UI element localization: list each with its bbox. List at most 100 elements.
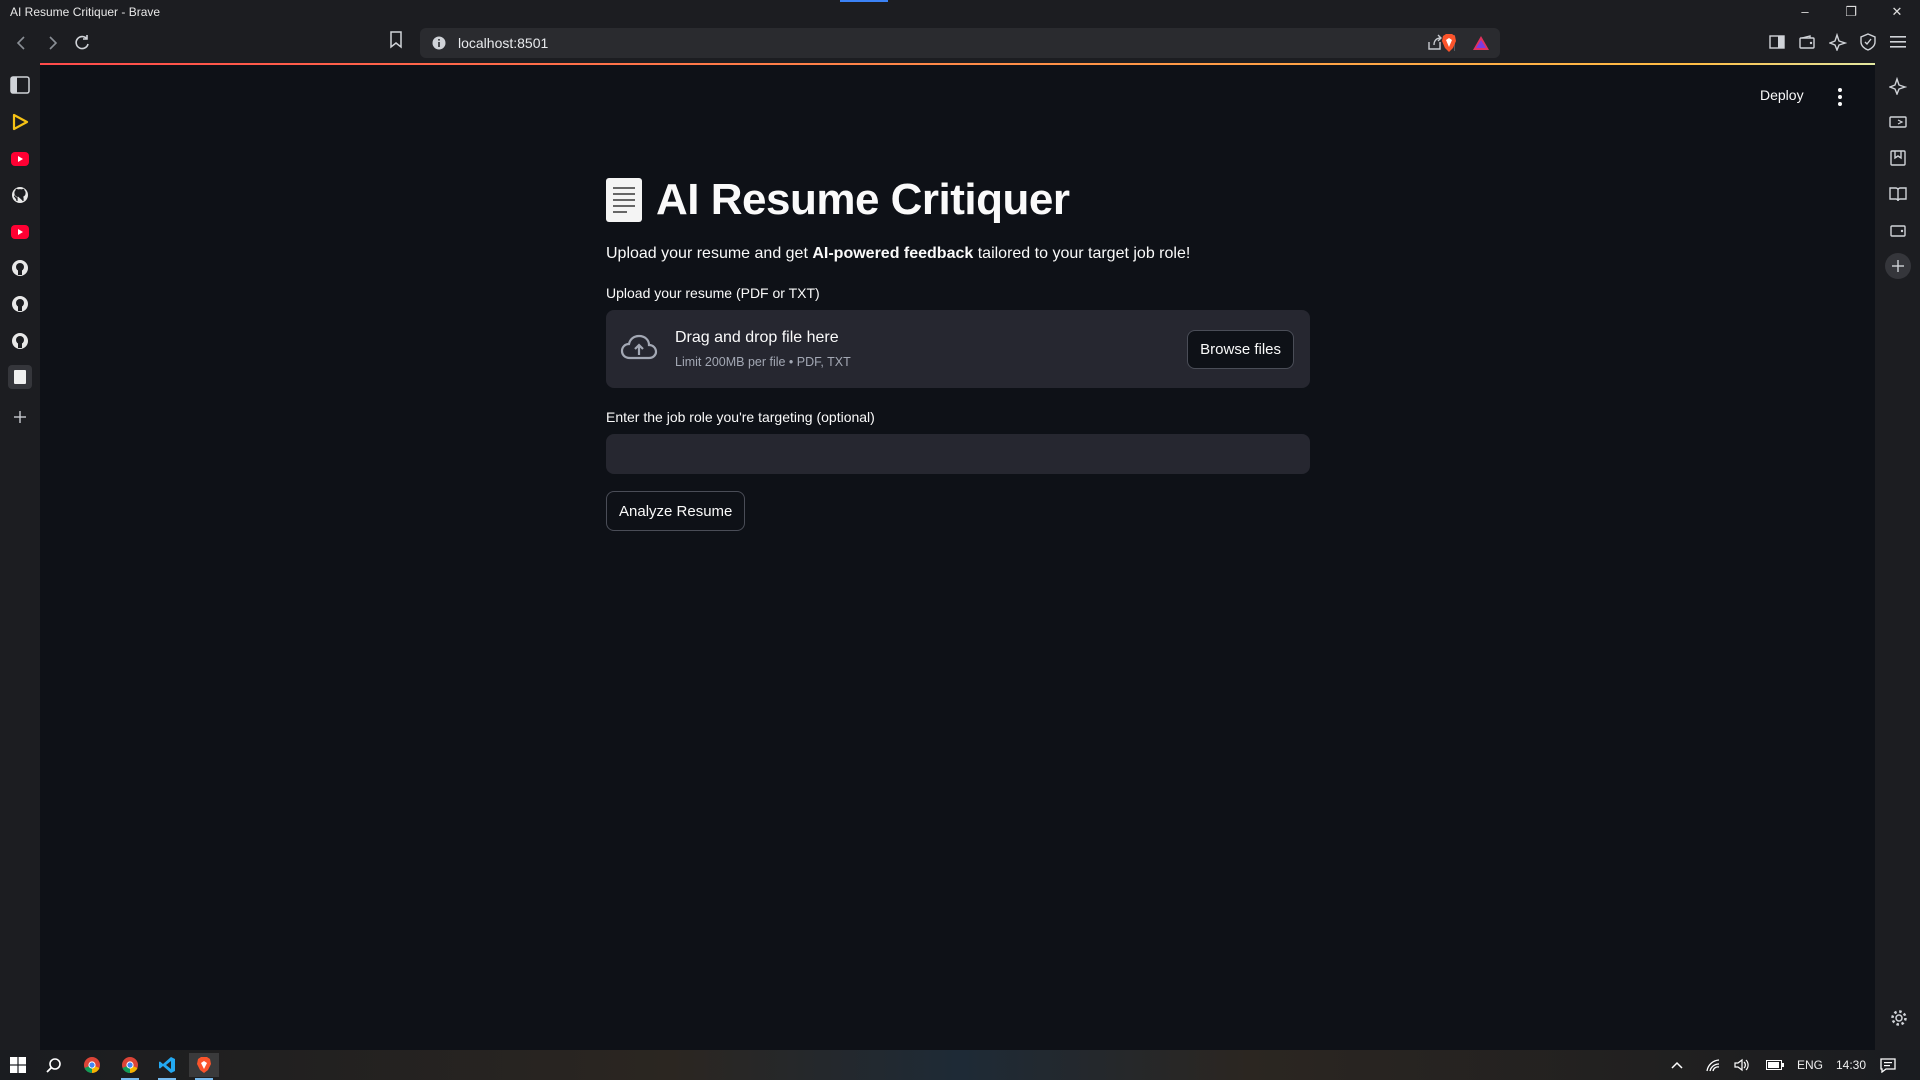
video-icon — [1889, 116, 1907, 128]
browse-files-button[interactable]: Browse files — [1187, 330, 1294, 369]
sidebar-settings-button[interactable] — [1890, 1009, 1908, 1032]
sidebar-panel-button[interactable] — [8, 73, 32, 97]
cloud-upload-icon — [620, 332, 658, 367]
vpn-button[interactable] — [1857, 31, 1879, 53]
bookmarks-panel-button[interactable] — [1885, 145, 1911, 171]
sidebar-item-youtube[interactable] — [8, 147, 32, 171]
url-text[interactable]: localhost:8501 — [458, 35, 548, 51]
page-subtitle: Upload your resume and get AI-powered fe… — [606, 245, 1310, 263]
doc-line — [613, 205, 635, 207]
clock[interactable]: 14:30 — [1836, 1050, 1866, 1080]
window-title: AI Resume Critiquer - Brave — [10, 4, 161, 19]
kebab-icon-dot — [1838, 95, 1842, 99]
job-role-label: Enter the job role you're targeting (opt… — [606, 409, 875, 425]
taskbar-vscode[interactable] — [152, 1053, 182, 1080]
subtitle-text: Upload your resume and get — [606, 245, 813, 262]
sidebar-add-button[interactable] — [8, 405, 32, 429]
vscode-icon — [159, 1057, 175, 1073]
page-facing-up-icon — [606, 178, 642, 222]
site-info-icon[interactable] — [432, 36, 446, 50]
sidebar-item-github-3[interactable] — [8, 292, 32, 316]
sparkle-icon — [1889, 77, 1907, 95]
sidebar-item-youtube-2[interactable] — [8, 220, 32, 244]
page-title: AI Resume Critiquer — [656, 175, 1070, 224]
deploy-button[interactable]: Deploy — [1760, 87, 1804, 103]
play-icon — [12, 113, 29, 131]
language-indicator[interactable]: ENG — [1797, 1050, 1823, 1080]
network-indicator[interactable] — [1705, 1050, 1721, 1080]
battery-icon — [1766, 1060, 1784, 1070]
volume-indicator[interactable] — [1734, 1050, 1750, 1080]
sidebar-add-panel-button[interactable] — [1885, 253, 1911, 279]
restore-button[interactable]: ❐ — [1828, 0, 1874, 23]
search-button[interactable] — [39, 1053, 69, 1077]
streamlit-app: Deploy AI Resume Critiquer Upload your r… — [40, 65, 1875, 1050]
wallet-icon — [1799, 35, 1815, 49]
github-icon — [12, 260, 28, 276]
tray-overflow-button[interactable] — [1670, 1050, 1684, 1080]
reload-button[interactable] — [70, 31, 94, 55]
notifications-button[interactable] — [1880, 1050, 1896, 1080]
analyze-resume-button[interactable]: Analyze Resume — [606, 491, 746, 531]
sidebar-item-media[interactable] — [8, 110, 32, 134]
plus-icon — [1892, 260, 1904, 272]
wallet-panel-button[interactable] — [1885, 217, 1911, 243]
brave-rewards-icon[interactable] — [1472, 35, 1490, 51]
back-button[interactable] — [10, 31, 34, 55]
kebab-icon — [1838, 88, 1842, 92]
taskbar-brave[interactable] — [189, 1053, 219, 1080]
file-dropzone[interactable]: Drag and drop file here Limit 200MB per … — [606, 310, 1310, 388]
wallet-icon — [1890, 225, 1906, 237]
taskbar-chrome-2[interactable] — [115, 1053, 145, 1080]
sparkle-icon — [1829, 33, 1847, 51]
app-menu-button[interactable] — [1830, 85, 1850, 109]
browser-menu-button[interactable] — [1887, 31, 1909, 53]
bookmark-button[interactable] — [388, 31, 404, 54]
brave-shields-icon[interactable] — [1440, 33, 1458, 53]
tab-indicator — [840, 0, 888, 2]
chrome-icon — [122, 1057, 138, 1074]
browser-toolbar: localhost:8501 — [0, 23, 1920, 63]
github-icon — [12, 296, 28, 312]
reading-list-icon — [1889, 187, 1907, 202]
wallet-button[interactable] — [1796, 31, 1818, 53]
reading-list-button[interactable] — [1885, 181, 1911, 207]
sidebar-item-github[interactable] — [8, 183, 32, 207]
close-button[interactable]: ✕ — [1874, 0, 1920, 23]
brave-talk-button[interactable] — [1885, 109, 1911, 135]
window-titlebar: AI Resume Critiquer - Brave – ❐ ✕ — [0, 0, 1920, 23]
minimize-button[interactable]: – — [1782, 0, 1828, 23]
youtube-icon — [11, 225, 29, 239]
sidebar-item-github-2[interactable] — [8, 256, 32, 280]
browser-left-sidebar — [0, 63, 40, 1050]
sidebar-item-github-4[interactable] — [8, 329, 32, 353]
forward-button[interactable] — [40, 31, 64, 55]
bookmark-icon — [390, 31, 402, 49]
sidebar-item-current-page[interactable] — [8, 365, 32, 389]
plus-icon — [14, 411, 26, 423]
wifi-icon — [1706, 1059, 1720, 1072]
job-role-input[interactable] — [606, 434, 1310, 474]
document-icon — [14, 370, 26, 384]
subtitle-text-end: tailored to your target job role! — [973, 245, 1191, 262]
github-icon — [12, 333, 28, 349]
panel-icon — [10, 76, 30, 94]
upload-label: Upload your resume (PDF or TXT) — [606, 285, 820, 301]
back-icon — [16, 36, 25, 50]
bookmarks-icon — [1890, 150, 1906, 166]
taskbar-chrome[interactable] — [77, 1053, 107, 1077]
chrome-icon — [84, 1057, 100, 1074]
windows-icon — [10, 1057, 26, 1073]
start-button[interactable] — [3, 1053, 33, 1077]
leo-ai-button[interactable] — [1827, 31, 1849, 53]
github-icon — [12, 187, 28, 203]
leo-ai-sidebar-button[interactable] — [1885, 73, 1911, 99]
reload-icon — [75, 35, 89, 50]
brave-icon — [197, 1057, 211, 1073]
address-bar[interactable]: localhost:8501 — [420, 28, 1500, 58]
battery-indicator[interactable] — [1766, 1050, 1784, 1080]
subtitle-emphasis: AI-powered feedback — [812, 245, 974, 262]
kebab-icon-dot — [1838, 102, 1842, 106]
sidebar-toggle-button[interactable] — [1766, 31, 1788, 53]
notification-icon — [1880, 1058, 1896, 1073]
